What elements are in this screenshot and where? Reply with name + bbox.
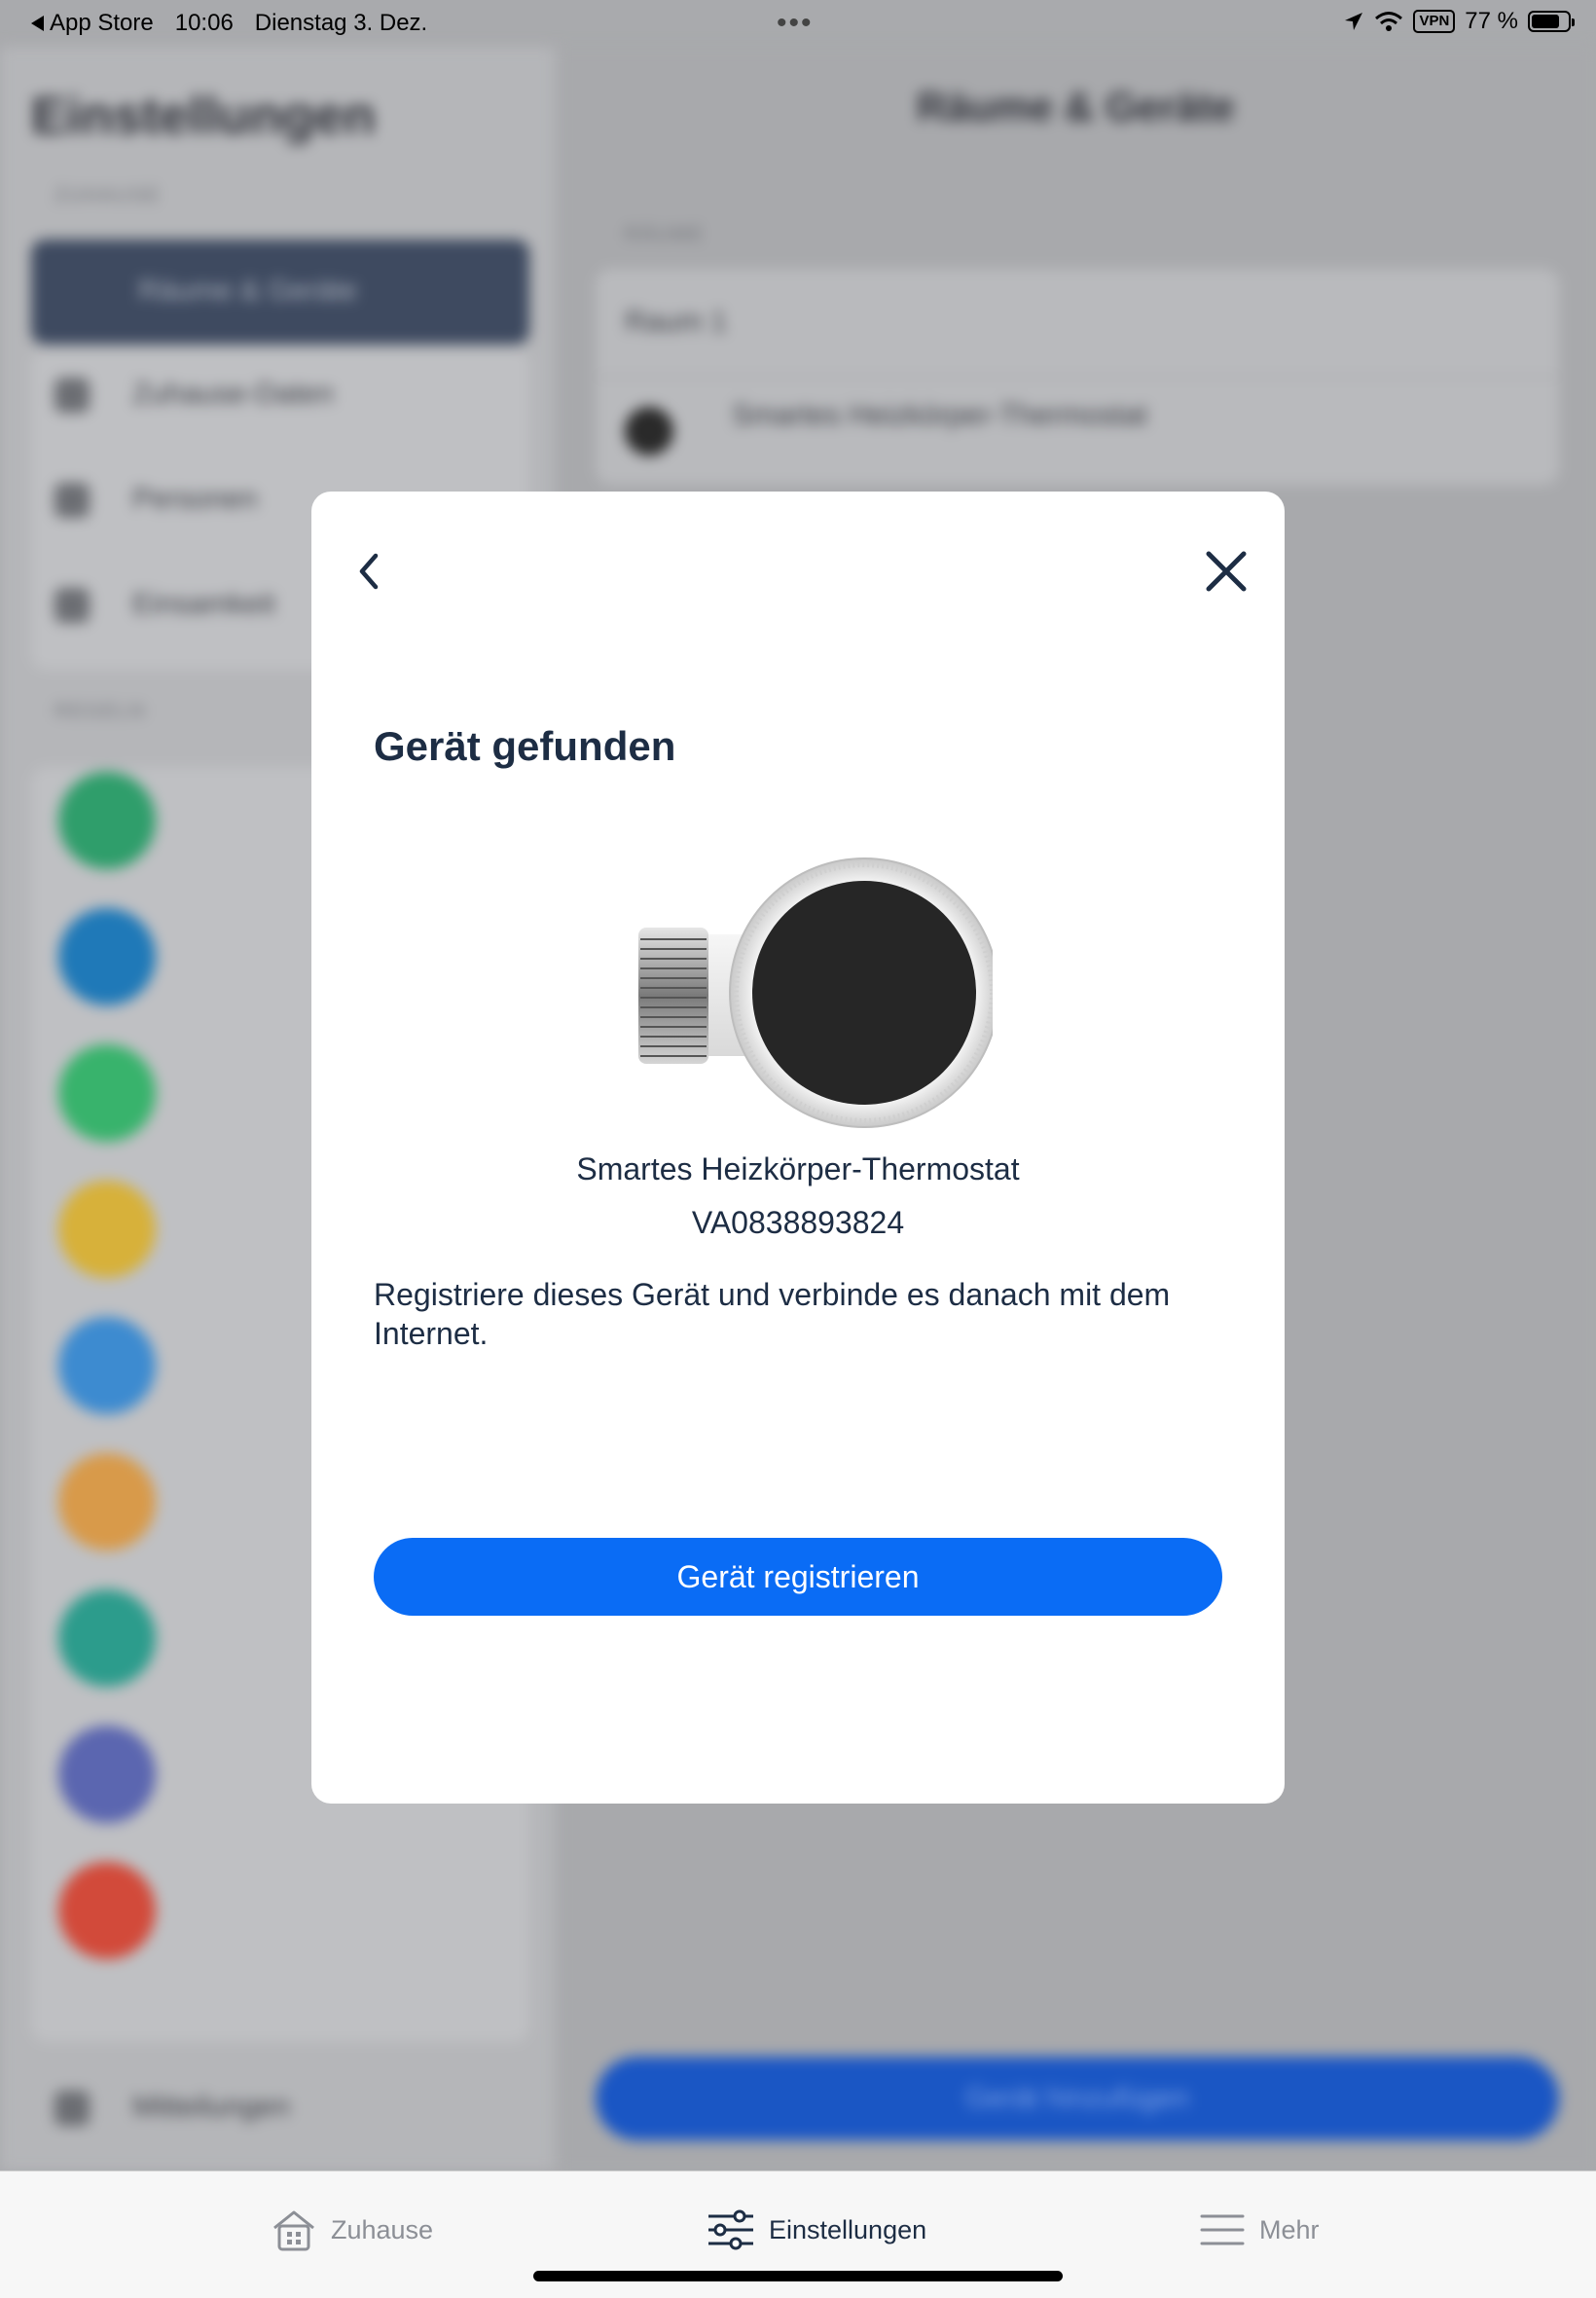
feature-icon[interactable] — [58, 1181, 156, 1278]
register-device-button[interactable]: Gerät registrieren — [374, 1538, 1222, 1616]
thermostat-image — [638, 857, 993, 1128]
tab-label: Einstellungen — [769, 2214, 927, 2244]
location-icon — [1345, 13, 1363, 30]
main-title: Räume & Geräte — [917, 84, 1235, 129]
thermostat-icon — [625, 407, 673, 456]
device-name: Smartes Heizkörper-Thermostat — [732, 399, 1147, 431]
dialog-title: Gerät gefunden — [374, 723, 676, 769]
persons-icon — [54, 483, 90, 519]
bell-icon — [54, 2091, 90, 2127]
sidebar-section-label: ZUHAUSE — [54, 185, 162, 206]
close-icon — [1206, 551, 1247, 592]
feature-icon[interactable] — [58, 1726, 156, 1823]
tab-label: Mehr — [1259, 2214, 1320, 2244]
home-data-icon — [54, 378, 90, 414]
device-found-dialog: Gerät gefunden Smartes Heizkörper-Thermo… — [311, 492, 1285, 1804]
sidebar-item-home-data[interactable]: Zuhause-Daten — [54, 378, 334, 414]
serial-number: VA0838893824 — [691, 1205, 905, 1240]
battery-icon — [1528, 11, 1575, 32]
chevron-left-icon — [359, 553, 379, 590]
back-to-app[interactable]: App Store — [31, 10, 154, 37]
sidebar-item-notifications[interactable]: Mitteilungen — [54, 2091, 290, 2127]
multitasking-dots[interactable]: ••• — [777, 9, 814, 38]
home-indicator[interactable] — [533, 2271, 1063, 2281]
room-name: Raum 1 — [625, 306, 728, 338]
back-button[interactable] — [341, 542, 399, 601]
feature-icon[interactable] — [58, 772, 156, 869]
close-button[interactable] — [1197, 542, 1255, 601]
status-bar: App Store 10:06 Dienstag 3. Dez. ••• VPN… — [0, 0, 1596, 47]
sidebar-item-label: Räume & Geräte — [138, 274, 358, 307]
house-icon — [273, 2210, 314, 2251]
feature-icon[interactable] — [58, 1862, 156, 1959]
sidebar-title: Einstellungen — [31, 87, 377, 145]
status-time: 10:06 — [174, 10, 234, 36]
device-name: Smartes Heizkörper-Thermostat — [576, 1151, 1020, 1186]
feature-icon[interactable] — [58, 1453, 156, 1550]
tab-more[interactable]: Mehr — [1199, 2201, 1320, 2259]
wifi-icon — [1375, 12, 1403, 31]
vpn-badge: VPN — [1413, 10, 1456, 33]
device-row[interactable]: Smartes Heizkörper-Thermostat — [596, 378, 1559, 485]
feature-icon[interactable] — [58, 908, 156, 1005]
sidebar-item-rooms-devices[interactable]: Räume & Geräte — [31, 239, 529, 345]
tab-label: Zuhause — [331, 2214, 434, 2244]
back-arrow-icon — [31, 16, 44, 31]
tab-settings[interactable]: Einstellungen — [707, 2201, 926, 2259]
status-date: Dienstag 3. Dez. — [254, 10, 428, 36]
dialog-description: Registriere dieses Gerät und verbinde es… — [374, 1277, 1171, 1351]
sidebar-item-persons[interactable]: Personen — [54, 483, 257, 519]
sidebar-section-label: REGELN — [54, 701, 147, 722]
sliders-icon — [708, 2209, 753, 2250]
tab-home[interactable]: Zuhause — [271, 2201, 433, 2259]
feature-icon[interactable] — [58, 1044, 156, 1142]
room-row[interactable]: Raum 1 — [596, 269, 1559, 376]
add-device-button[interactable]: Gerät hinzufügen — [596, 2057, 1559, 2140]
shield-icon — [54, 588, 90, 624]
battery-level — [1532, 15, 1559, 28]
battery-percent: 77 % — [1465, 8, 1518, 34]
menu-icon — [1200, 2214, 1245, 2245]
main-section-label: RÄUME — [625, 224, 706, 245]
feature-icon[interactable] — [58, 1589, 156, 1687]
sidebar-item-third[interactable]: Einsamkeit — [54, 588, 275, 624]
feature-icon[interactable] — [58, 1317, 156, 1414]
back-app-label: App Store — [50, 10, 154, 36]
